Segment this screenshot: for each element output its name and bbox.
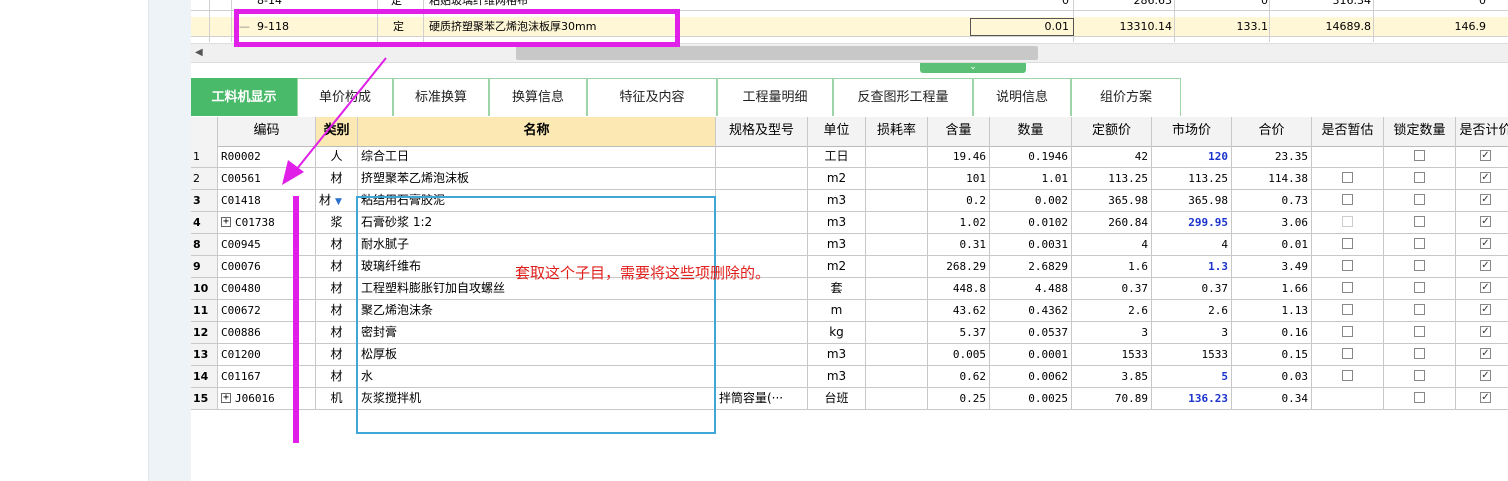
annotation-note: 套取这个子目，需要将这些项删除的。 bbox=[515, 264, 771, 282]
annotation-arrow bbox=[282, 57, 387, 185]
highlight-bar-rows bbox=[293, 196, 299, 443]
